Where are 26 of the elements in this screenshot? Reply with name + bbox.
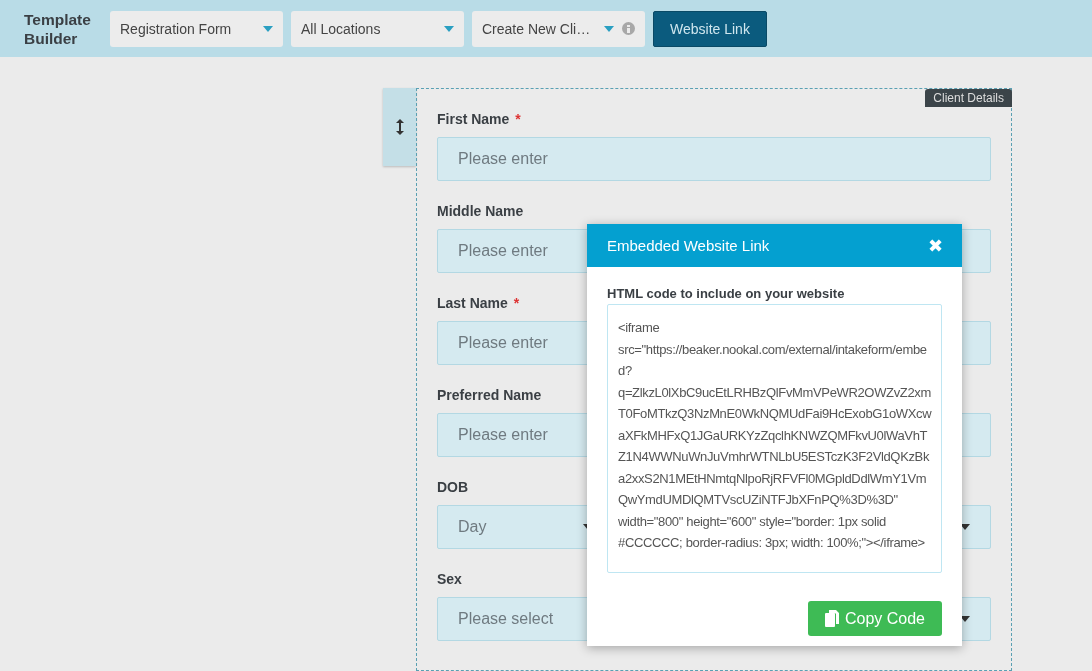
- field-label: HTML code to include on your website: [607, 286, 846, 301]
- code-box[interactable]: <iframe src="https://beaker.nookal.com/external/intakeform/embed?q=ZlkzL0lXbC9ucEtLRHBzQlFvMmVPeWR2OWZvZ2xmT0FoMTkzQ3NzMnE0WkNQMUdFai9HcExobG1oWXcwaXFkMHFxQ1JGaURKYzZqclhKNWZQMFkvU0lWaVhTZ1N4WWNuWnJuVmhrWTNLbU5ESTczK3F2VldQKzBka2xxS2N1MEtHNmtqNlpoRjRFVFl0MGpldDdlWmY1VmQwYmdUMDlQMTVscUZiNTFJbXFnPQ%3D%3D" width="800" height="600" style="border: 1px solid #CCCCCC; border-radius: 3px; width: 100%;"></iframe>: [607, 304, 942, 573]
- field-label: Sex: [437, 571, 462, 587]
- field-label: Middle Name: [437, 203, 524, 219]
- caret-icon: [263, 25, 273, 32]
- close-button[interactable]: ✖: [928, 234, 943, 257]
- page-title: Template Builder: [24, 9, 92, 48]
- field-label: DOB: [437, 479, 469, 495]
- copy-icon: [824, 610, 839, 627]
- field-label: First Name: [437, 111, 510, 127]
- field-label: Last Name: [437, 295, 508, 311]
- dropdown[interactable]: Registration Form: [110, 10, 283, 47]
- required-mark: *: [515, 111, 521, 127]
- drag-handle[interactable]: [383, 88, 416, 166]
- field-label: Preferred Name: [437, 387, 542, 403]
- caret-icon: [960, 616, 970, 622]
- dropdown[interactable]: Create New Cli…: [472, 10, 645, 47]
- website-link-button[interactable]: Website Link: [653, 10, 767, 47]
- caret-icon: [604, 25, 614, 32]
- required-mark: *: [513, 295, 520, 311]
- caret-icon: [444, 25, 454, 32]
- section-tag: Client Details: [925, 89, 1012, 107]
- caret-icon: [960, 524, 970, 530]
- modal-title: Embedded Website Link: [607, 237, 770, 254]
- input-field[interactable]: Please enter: [437, 137, 991, 181]
- dropdown[interactable]: All Locations: [291, 10, 464, 47]
